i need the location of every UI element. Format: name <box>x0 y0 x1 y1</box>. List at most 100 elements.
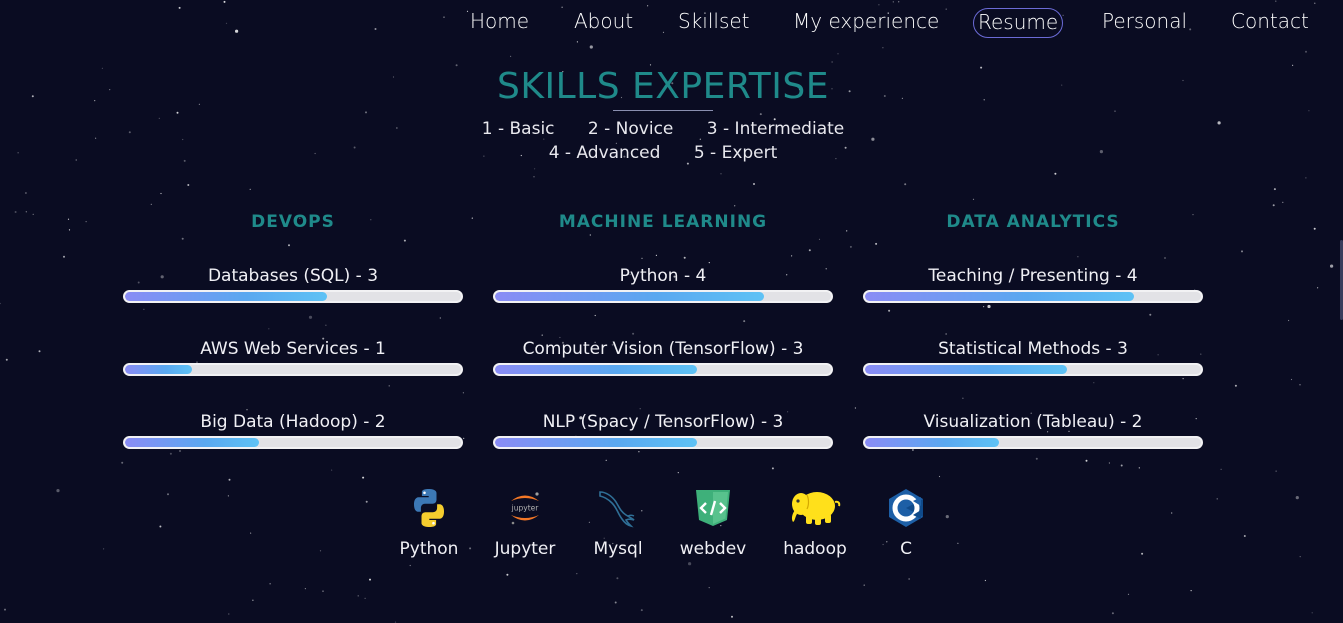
star <box>1111 612 1114 615</box>
nav-personal[interactable]: Personal <box>1098 8 1191 38</box>
nav-resume[interactable]: Resume <box>973 8 1064 38</box>
section-title: SKILLS EXPERTISE <box>497 66 829 107</box>
star <box>506 573 509 576</box>
nav-home[interactable]: Home <box>466 8 533 38</box>
nav-my-experience[interactable]: My experience <box>789 8 943 38</box>
star <box>1220 468 1222 470</box>
star <box>1299 384 1301 386</box>
star <box>362 476 365 479</box>
level-legend-item: 2 - Novice <box>587 119 674 139</box>
skill-progress-fill <box>865 365 1067 374</box>
star <box>121 461 124 464</box>
star <box>181 237 184 240</box>
star <box>32 213 34 215</box>
skill-item: Computer Vision (TensorFlow) - 3 <box>493 339 833 376</box>
star <box>734 205 736 207</box>
star <box>1093 382 1095 384</box>
code-brackets-icon <box>696 490 730 526</box>
star <box>541 334 543 336</box>
mysql-dolphin-icon <box>599 491 635 528</box>
star <box>594 314 596 317</box>
star <box>304 588 306 590</box>
star <box>753 183 755 185</box>
skill-item: AWS Web Services - 1 <box>123 339 463 376</box>
star <box>771 467 774 470</box>
skill-label: Computer Vision (TensorFlow) - 3 <box>522 339 804 359</box>
star <box>1273 188 1276 191</box>
star <box>882 47 884 49</box>
star <box>808 249 811 252</box>
skill-progress-fill <box>495 365 697 374</box>
star <box>983 306 985 308</box>
skill-label: Big Data (Hadoop) - 2 <box>200 412 386 432</box>
skill-progress-fill <box>865 438 1000 447</box>
star <box>388 385 390 387</box>
star <box>888 309 891 312</box>
star <box>818 238 821 240</box>
star <box>1138 467 1140 469</box>
star <box>1077 256 1079 258</box>
star <box>908 578 910 580</box>
skill-progress-fill <box>125 365 193 374</box>
star <box>576 573 578 575</box>
star <box>647 5 649 7</box>
star <box>708 262 710 264</box>
star <box>182 138 184 141</box>
star <box>534 168 536 170</box>
skill-item: Databases (SQL) - 3 <box>123 266 463 303</box>
star <box>143 308 145 310</box>
star <box>1305 177 1307 179</box>
star <box>24 192 27 194</box>
star <box>984 579 987 582</box>
level-legend-row-1: 1 - Basic 2 - Novice 3 - Intermediate <box>0 119 1326 139</box>
star <box>962 397 964 399</box>
skill-label: Python - 4 <box>619 266 707 286</box>
star <box>1305 50 1307 53</box>
skill-label: Statistical Methods - 3 <box>938 339 1128 359</box>
tool-mysql: Mysql <box>573 486 663 559</box>
star <box>68 229 71 231</box>
skill-progress-bar <box>863 436 1203 449</box>
star <box>1234 384 1237 387</box>
star <box>85 221 87 223</box>
star <box>369 578 371 581</box>
skill-progress-fill <box>495 438 697 447</box>
star <box>904 183 907 186</box>
star <box>38 350 41 353</box>
star <box>576 41 579 43</box>
star <box>1313 227 1316 230</box>
star <box>63 255 65 258</box>
star <box>150 203 152 205</box>
nav-contact[interactable]: Contact <box>1227 8 1313 38</box>
star <box>4 608 6 611</box>
nav-about[interactable]: About <box>570 8 637 38</box>
tool-jupyter: jupyter Jupyter <box>480 486 570 559</box>
star <box>1035 457 1038 460</box>
star <box>25 211 27 213</box>
star <box>605 459 607 461</box>
tool-label: hadoop <box>783 539 847 559</box>
skill-item: NLP (Spacy / TensorFlow) - 3 <box>493 412 833 449</box>
star <box>246 409 248 411</box>
star <box>169 452 172 455</box>
star <box>898 1 900 3</box>
skill-label: NLP (Spacy / TensorFlow) - 3 <box>542 412 784 432</box>
star <box>510 55 512 58</box>
skill-label: Visualization (Tableau) - 2 <box>923 412 1143 432</box>
star <box>269 583 271 585</box>
star <box>720 173 722 175</box>
skill-label: Teaching / Presenting - 4 <box>928 266 1138 286</box>
skill-item: Big Data (Hadoop) - 2 <box>123 412 463 449</box>
skills-column-data-analytics: DATA ANALYTICS Teaching / Presenting - 4… <box>863 212 1203 449</box>
skill-progress-bar <box>123 436 463 449</box>
star <box>0 302 1 305</box>
star <box>471 217 473 219</box>
star <box>846 230 848 232</box>
skill-progress-bar <box>863 363 1203 376</box>
tool-python: Python <box>384 486 474 559</box>
level-legend-item: 5 - Expert <box>693 143 778 163</box>
star <box>616 577 619 580</box>
star <box>632 332 635 335</box>
star <box>972 198 975 200</box>
nav-skillset[interactable]: Skillset <box>674 8 754 38</box>
